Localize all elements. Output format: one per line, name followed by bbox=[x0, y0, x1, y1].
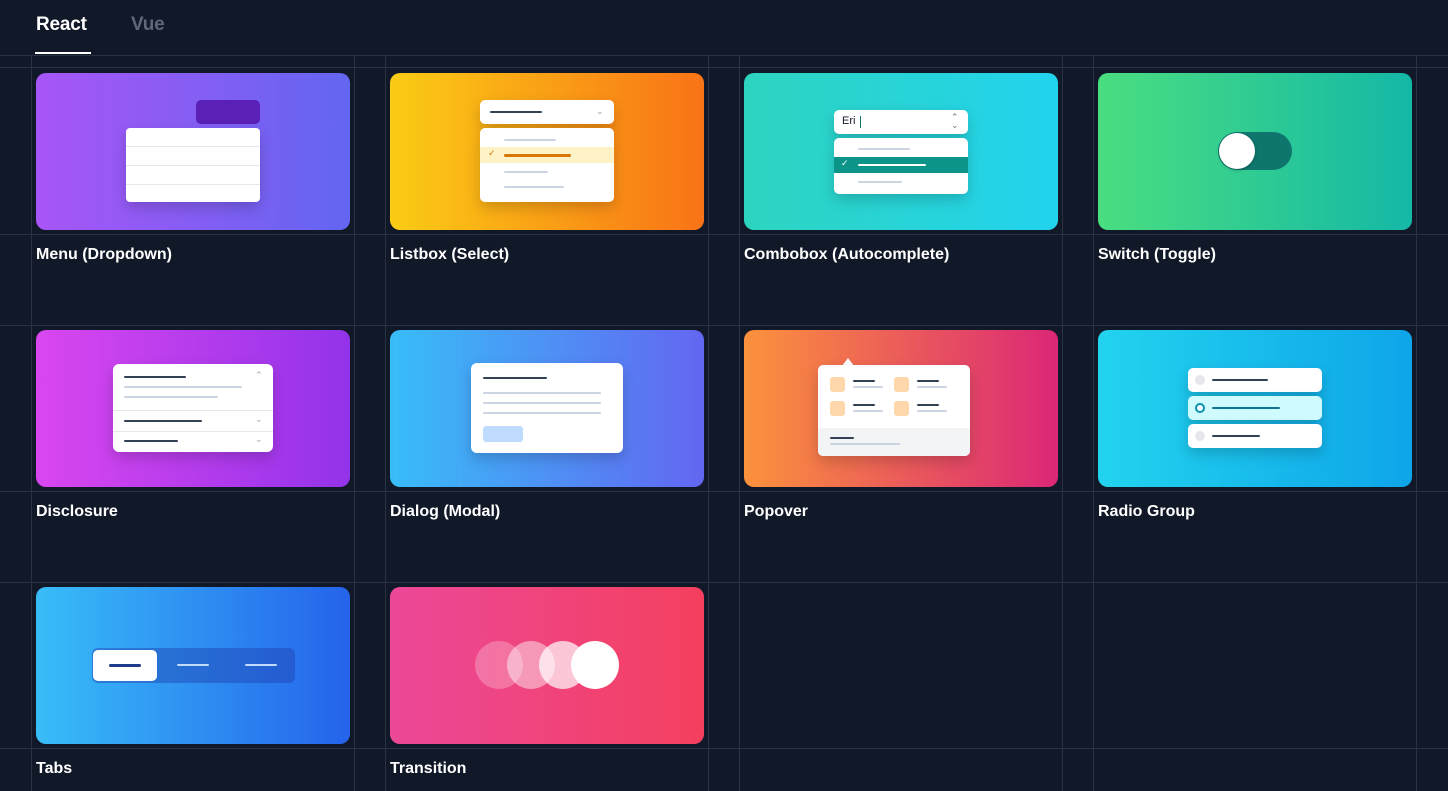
switch-knob-illustration bbox=[1219, 133, 1255, 169]
check-icon: ✓ bbox=[488, 148, 496, 158]
card-label[interactable]: Menu (Dropdown) bbox=[36, 246, 172, 264]
transition-circle-illustration bbox=[571, 641, 619, 689]
card-label[interactable]: Combobox (Autocomplete) bbox=[744, 246, 949, 264]
menu-button-illustration bbox=[196, 100, 260, 124]
card-label[interactable]: Radio Group bbox=[1098, 503, 1195, 521]
popover-panel-illustration bbox=[818, 365, 970, 456]
framework-tabs: React Vue bbox=[0, 0, 1448, 55]
select-button-illustration: ⌄ bbox=[480, 100, 614, 124]
grid-line bbox=[0, 67, 1448, 68]
dialog-button-illustration bbox=[483, 426, 523, 442]
grid-line bbox=[1062, 55, 1063, 791]
card-listbox-select[interactable]: ⌄ ✓ bbox=[390, 73, 704, 230]
card-tabs[interactable] bbox=[36, 587, 350, 744]
card-label[interactable]: Transition bbox=[390, 760, 466, 778]
card-label[interactable]: Popover bbox=[744, 503, 808, 521]
card-transition[interactable] bbox=[390, 587, 704, 744]
chevron-down-icon: ⌄ bbox=[255, 414, 263, 424]
check-icon: ✓ bbox=[841, 158, 849, 168]
disclosure-panel-illustration: ⌃ ⌄ ⌄ bbox=[113, 364, 273, 452]
card-label[interactable]: Disclosure bbox=[36, 503, 118, 521]
grid-line bbox=[0, 748, 1448, 749]
text-cursor bbox=[860, 116, 861, 128]
chevron-up-icon: ⌃ bbox=[255, 370, 263, 380]
radio-option-selected-illustration bbox=[1188, 396, 1322, 420]
grid-line bbox=[1093, 55, 1094, 791]
card-combobox-autocomplete[interactable]: Eri ⌃ ⌄ ✓ bbox=[744, 73, 1058, 230]
card-menu-dropdown[interactable] bbox=[36, 73, 350, 230]
grid-line bbox=[0, 55, 1448, 56]
tab-list-illustration bbox=[92, 648, 295, 683]
listbox-options-illustration: ✓ bbox=[480, 128, 614, 202]
card-label[interactable]: Tabs bbox=[36, 760, 72, 778]
combobox-input-text: Eri bbox=[842, 115, 856, 127]
combobox-options-illustration: ✓ bbox=[834, 138, 968, 194]
switch-track-illustration bbox=[1218, 132, 1292, 170]
tab-vue[interactable]: Vue bbox=[131, 14, 165, 36]
grid-line bbox=[354, 55, 355, 791]
combobox-input-illustration: Eri ⌃ ⌄ bbox=[834, 110, 968, 134]
radio-option-illustration bbox=[1188, 424, 1322, 448]
card-label[interactable]: Listbox (Select) bbox=[390, 246, 509, 264]
menu-items-illustration bbox=[126, 128, 260, 202]
grid-line bbox=[739, 55, 740, 791]
card-label[interactable]: Switch (Toggle) bbox=[1098, 246, 1216, 264]
chevron-down-icon: ⌄ bbox=[255, 434, 263, 444]
grid-line bbox=[385, 55, 386, 791]
card-label[interactable]: Dialog (Modal) bbox=[390, 503, 500, 521]
grid-line bbox=[708, 55, 709, 791]
card-dialog-modal[interactable] bbox=[390, 330, 704, 487]
grid-line bbox=[0, 582, 1448, 583]
dialog-panel-illustration bbox=[471, 363, 623, 453]
grid-line bbox=[31, 55, 32, 791]
card-switch-toggle[interactable] bbox=[1098, 73, 1412, 230]
card-popover[interactable] bbox=[744, 330, 1058, 487]
grid-line bbox=[0, 234, 1448, 235]
tab-selected-illustration bbox=[93, 650, 157, 681]
grid-line bbox=[0, 491, 1448, 492]
card-radio-group[interactable] bbox=[1098, 330, 1412, 487]
card-disclosure[interactable]: ⌃ ⌄ ⌄ bbox=[36, 330, 350, 487]
grid-line bbox=[1416, 55, 1417, 791]
chevron-down-icon: ⌄ bbox=[596, 106, 604, 116]
active-tab-indicator bbox=[35, 52, 91, 54]
chevron-up-down-icon: ⌃ ⌄ bbox=[951, 112, 959, 130]
grid-line bbox=[0, 325, 1448, 326]
radio-option-illustration bbox=[1188, 368, 1322, 392]
tab-react[interactable]: React bbox=[36, 14, 87, 36]
